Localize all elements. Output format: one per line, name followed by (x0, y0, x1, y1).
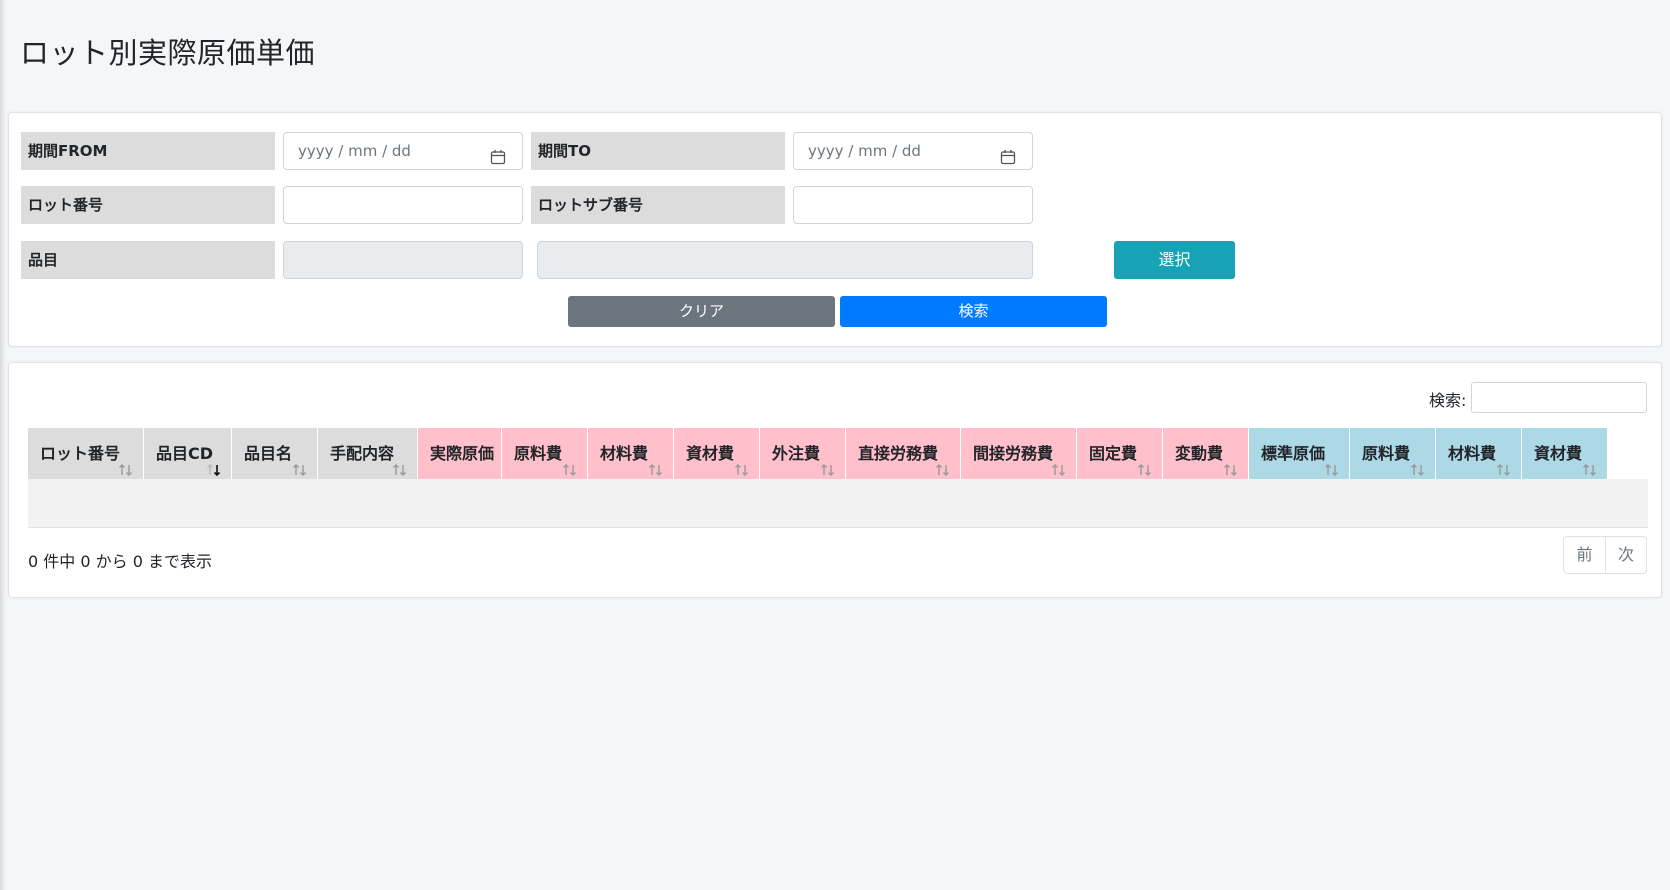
column-header-label: 固定費 (1089, 444, 1138, 463)
item-name-input (537, 241, 1033, 279)
column-header-label: 手配内容 (330, 444, 395, 463)
column-header-label: 実際原価 (430, 444, 495, 463)
search-form-card: 期間FROM yyyy / mm / dd 期間TO yyyy / mm / d… (8, 112, 1662, 347)
column-header-label: 材料費 (1448, 444, 1497, 463)
table-search-label: 検索: (1429, 391, 1467, 410)
column-header[interactable]: 標準原価 (1249, 428, 1350, 479)
column-header-label: ロット番号 (40, 444, 121, 463)
item-code-input (283, 241, 523, 279)
table-body-empty (28, 479, 1648, 528)
page-title: ロット別実際原価単価 (20, 36, 316, 70)
column-header[interactable]: 変動費 (1163, 428, 1249, 479)
column-header-label: 標準原価 (1261, 444, 1326, 463)
column-header[interactable]: 資材費 (1522, 428, 1608, 479)
lot-no-label: ロット番号 (21, 186, 275, 224)
table-header: ロット番号 品目CD 品目名 手配内容 実際原価 原料費 材料費 資材費 外注費 直接労務費 間接労… (28, 428, 1648, 479)
column-header-label: 原料費 (1362, 444, 1411, 463)
column-header[interactable]: ロット番号 (28, 428, 144, 479)
lot-no-input[interactable] (283, 186, 523, 224)
clear-button[interactable]: クリア (568, 296, 835, 327)
search-button[interactable]: 検索 (840, 296, 1107, 327)
period-to-label: 期間TO (531, 132, 785, 170)
column-header[interactable]: 材料費 (1436, 428, 1522, 479)
column-header[interactable]: 直接労務費 (846, 428, 961, 479)
column-header-label: 材料費 (600, 444, 649, 463)
lot-sub-no-input[interactable] (793, 186, 1033, 224)
item-label: 品目 (21, 241, 275, 279)
period-to-placeholder: yyyy / mm / dd (808, 142, 921, 160)
column-header[interactable]: 材料費 (588, 428, 674, 479)
column-header[interactable]: 手配内容 (318, 428, 418, 479)
select-button[interactable]: 選択 (1114, 241, 1235, 279)
period-from-label: 期間FROM (21, 132, 275, 170)
period-from-placeholder: yyyy / mm / dd (298, 142, 411, 160)
column-header-label: 変動費 (1175, 444, 1224, 463)
column-header[interactable]: 間接労務費 (961, 428, 1077, 479)
column-header[interactable]: 資材費 (674, 428, 760, 479)
pagination: 前 次 (1563, 536, 1647, 574)
results-table: ロット番号 品目CD 品目名 手配内容 実際原価 原料費 材料費 資材費 外注費 直接労務費 間接労… (28, 428, 1648, 528)
period-to-input[interactable]: yyyy / mm / dd (793, 132, 1033, 170)
column-header[interactable]: 原料費 (1350, 428, 1436, 479)
sidebar-edge-shadow (0, 0, 6, 890)
column-header[interactable]: 品目CD (144, 428, 232, 479)
table-info: 0 件中 0 から 0 まで表示 (28, 552, 212, 571)
column-header[interactable]: 品目名 (232, 428, 318, 479)
column-header-label: 直接労務費 (858, 444, 939, 463)
column-header[interactable]: 固定費 (1077, 428, 1163, 479)
column-header-label: 原料費 (514, 444, 563, 463)
column-header-label: 資材費 (1534, 444, 1583, 463)
column-header-label: 品目名 (244, 444, 293, 463)
column-header-label: 品目CD (156, 444, 214, 463)
column-header-label: 間接労務費 (973, 444, 1054, 463)
column-header[interactable]: 原料費 (502, 428, 588, 479)
results-card: 検索: ロット番号 品目CD 品目名 手配内容 実際原価 原料費 材料費 資材費 外注費 直接労務… (8, 362, 1662, 598)
table-search-input[interactable] (1471, 382, 1647, 413)
column-header-label: 資材費 (686, 444, 735, 463)
prev-page-button[interactable]: 前 (1564, 537, 1605, 573)
next-page-button[interactable]: 次 (1605, 537, 1646, 573)
lot-sub-no-label: ロットサブ番号 (531, 186, 785, 224)
column-header[interactable]: 実際原価 (418, 428, 502, 479)
period-from-input[interactable]: yyyy / mm / dd (283, 132, 523, 170)
column-header-label: 外注費 (772, 444, 821, 463)
calendar-icon[interactable] (1000, 142, 1016, 178)
column-header[interactable]: 外注費 (760, 428, 846, 479)
calendar-icon[interactable] (490, 142, 506, 178)
